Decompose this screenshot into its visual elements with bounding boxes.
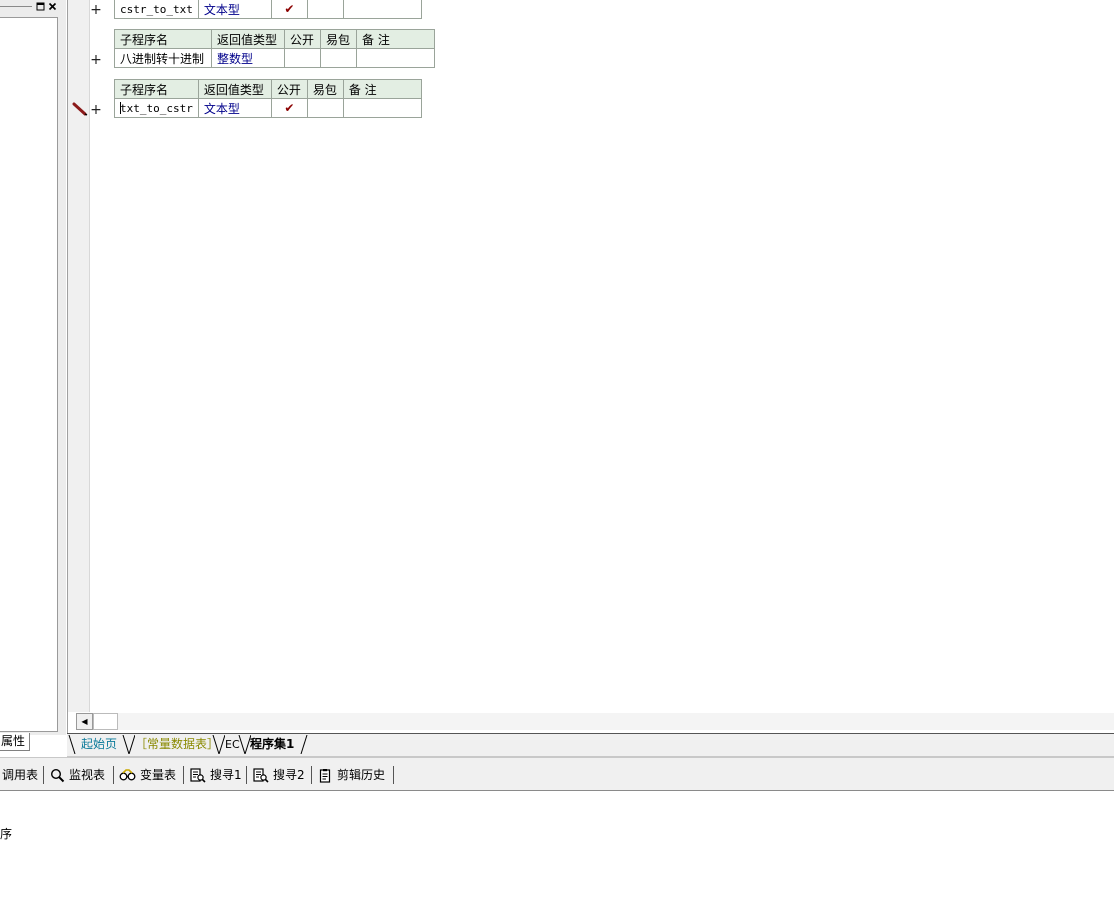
header-remark: 备 注 [342,79,422,99]
toolbar-divider [113,766,114,784]
tab-divider [300,735,308,754]
variable-table-label: 变量表 [140,768,177,782]
toolbar-divider [246,766,247,784]
header-easy-package: 易包 [320,29,357,49]
public-check-icon[interactable] [284,48,321,68]
tab-program-set-1[interactable]: 程序集1 [250,736,294,753]
easy-package-cell[interactable] [306,98,344,118]
binoculars-icon [119,769,136,781]
horizontal-scrollbar[interactable]: ◀ [76,713,1114,730]
magnifier-icon [50,768,65,782]
table-header: 子程序名 返回值类型 公开 易包 备 注 [114,79,422,99]
search2-label: 搜寻2 [273,768,305,782]
easy-package-cell[interactable] [320,48,357,68]
search2-button[interactable]: 搜寻2 [253,767,305,783]
subprogram-name[interactable]: cstr_to_txt [114,0,199,19]
output-panel[interactable]: 序 [0,791,1114,914]
bottom-toolbar: 调用表 监视表 变量表 搜寻1 搜寻2 剪辑历史 [0,757,1114,792]
tab-properties[interactable]: 属性 [0,733,30,751]
watch-table-label: 监视表 [69,768,106,782]
tab-divider [212,735,225,754]
header-subprogram-name: 子程序名 [114,79,199,99]
pencil-icon [72,102,88,116]
toolbar-divider [43,766,44,784]
easy-package-cell[interactable] [306,0,344,19]
scroll-thumb[interactable] [93,713,118,730]
call-table-button[interactable]: 调用表 [2,767,38,783]
clipboard-icon [319,768,331,783]
remark-cell[interactable] [342,0,422,19]
header-subprogram-name: 子程序名 [114,29,212,49]
search1-label: 搜寻1 [210,768,242,782]
left-panel [0,0,66,735]
call-table-label: 调用表 [2,768,39,782]
public-check-icon[interactable]: ✔ [270,98,308,118]
search-doc-icon [190,767,206,783]
close-icon[interactable] [48,2,57,11]
watch-table-button[interactable]: 监视表 [50,767,105,783]
search1-button[interactable]: 搜寻1 [190,767,242,783]
header-remark: 备 注 [356,29,435,49]
clip-history-label: 剪辑历史 [337,768,386,782]
tab-divider [238,735,251,754]
header-public: 公开 [284,29,321,49]
subprogram-table: cstr_to_txt 文本型 ✔ [114,0,422,19]
clip-history-button[interactable]: 剪辑历史 [318,767,385,783]
table-header: 子程序名 返回值类型 公开 易包 备 注 [114,29,435,49]
header-easy-package: 易包 [306,79,344,99]
left-panel-titlebar [0,0,62,14]
tab-divider [68,735,76,754]
header-public: 公开 [270,79,308,99]
tab-constant-table[interactable]: ［常量数据表］ [135,736,219,753]
restore-icon[interactable] [36,2,45,11]
scroll-left-icon[interactable]: ◀ [76,713,93,730]
subprogram-row[interactable]: 八进制转十进制 整数型 [114,48,435,68]
subprogram-row[interactable]: txt_to_cstr 文本型 ✔ [114,98,422,118]
subprogram-table: 子程序名 返回值类型 公开 易包 备 注 txt_to_cstr 文本型 ✔ [114,79,422,118]
titlebar-grip [0,6,32,7]
toolbar-divider [311,766,312,784]
return-type-cell[interactable]: 文本型 [197,98,272,118]
header-return-type: 返回值类型 [211,29,285,49]
return-type-cell[interactable]: 文本型 [197,0,272,19]
expand-icon[interactable]: + [90,3,102,17]
public-check-icon[interactable]: ✔ [270,0,308,19]
toolbar-divider [183,766,184,784]
variable-table-button[interactable]: 变量表 [119,767,176,783]
toolbar-divider [393,766,394,784]
subprogram-name: txt_to_cstr [120,101,193,115]
tab-divider [122,735,135,754]
return-type-cell[interactable]: 整数型 [211,48,285,68]
subprogram-name-input[interactable]: txt_to_cstr [114,98,199,118]
tab-start-page[interactable]: 起始页 [81,736,117,753]
subprogram-name[interactable]: 八进制转十进制 [114,48,212,68]
document-tabbar: 起始页 ［常量数据表］ EC 程序集1 [67,733,1114,757]
editor-gutter [68,0,90,712]
output-text: 序 [0,827,13,841]
expand-icon[interactable]: + [90,103,102,117]
remark-cell[interactable] [356,48,435,68]
subprogram-row[interactable]: cstr_to_txt 文本型 ✔ [114,0,422,19]
remark-cell[interactable] [342,98,422,118]
expand-icon[interactable]: + [90,53,102,67]
code-editor[interactable]: + + + cstr_to_txt 文本型 ✔ 子程序名 返回值类型 公开 易包… [67,0,1114,735]
property-list[interactable] [0,17,58,732]
search-doc-icon [253,767,269,783]
header-return-type: 返回值类型 [197,79,272,99]
subprogram-table: 子程序名 返回值类型 公开 易包 备 注 八进制转十进制 整数型 [114,29,435,68]
